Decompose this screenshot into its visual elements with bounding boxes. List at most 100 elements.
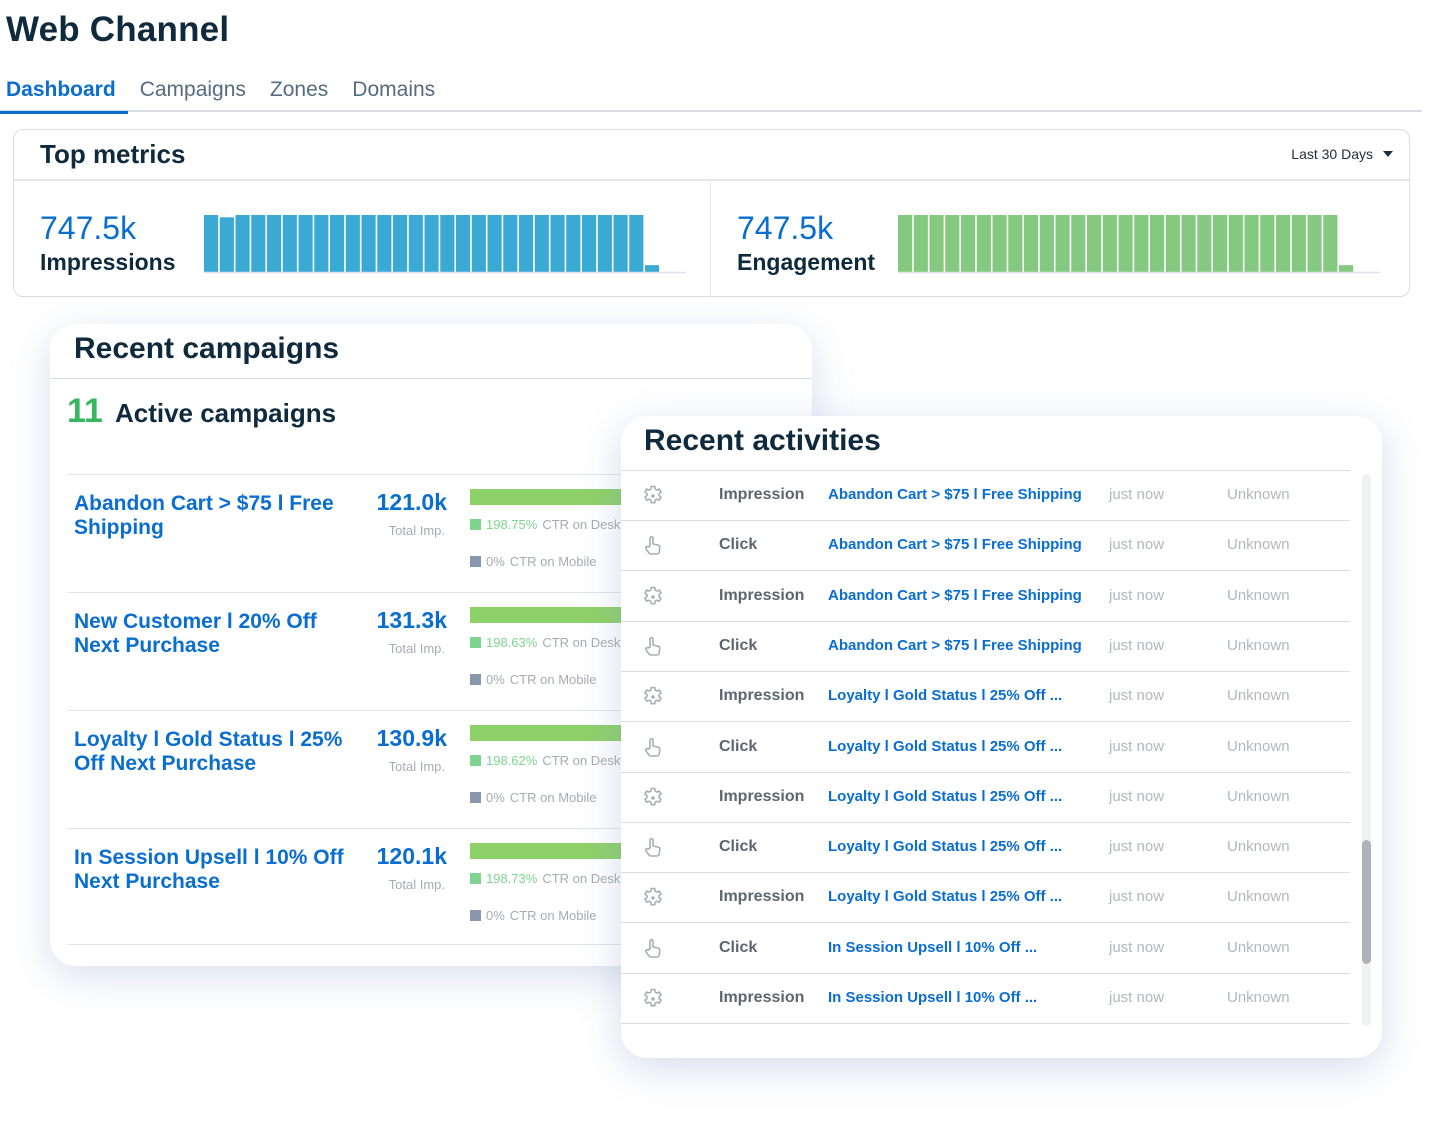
bar-D24 [566,215,581,272]
gear-icon [641,786,665,810]
activity-campaign-link[interactable]: Loyalty l Gold Status l 25% Off ... [828,838,1062,855]
bar-D9 [330,215,345,272]
ctr-desktop-value: 198.63% [486,635,538,650]
desktop-swatch [470,755,481,766]
bar-D14 [408,215,423,272]
campaign-name-link[interactable]: New Customer l 20% Off Next Purchase [74,610,354,658]
activity-campaign-link[interactable]: Abandon Cart > $75 l Free Shipping [828,536,1082,553]
activity-time: just now [1109,938,1165,956]
activity-campaign-link[interactable]: In Session Upsell l 10% Off ... [828,939,1037,956]
activity-device: Unknown [1227,938,1290,956]
ctr-mobile-label: CTR on Mobile [509,908,597,923]
bar-D23 [1244,215,1259,272]
mobile-swatch [470,792,481,803]
mobile-swatch [470,910,481,921]
activity-campaign-link[interactable]: Loyalty l Gold Status l 25% Off ... [828,687,1062,704]
activity-row: Click Loyalty l Gold Status l 25% Off ...… [621,723,1350,773]
bar-D14 [1102,215,1117,272]
activity-device: Unknown [1227,838,1290,856]
gear-icon [641,585,665,609]
desktop-swatch [470,637,481,648]
gear-icon [641,685,665,709]
tab-zones[interactable]: Zones [258,74,340,112]
engagement-metric: 747.5k Engagement [711,181,1409,297]
page-title: Web Channel [6,10,230,49]
activity-type: Impression [719,586,805,604]
activities-scrollbar[interactable] [1362,474,1371,1026]
bar-D23 [550,215,565,272]
hand-pointer-icon [641,635,665,659]
activity-device: Unknown [1227,536,1290,554]
activity-campaign-link[interactable]: In Session Upsell l 10% Off ... [828,989,1037,1006]
activity-type: Click [719,737,758,755]
tab-campaigns[interactable]: Campaigns [128,74,258,112]
hand-pointer-icon [641,937,665,961]
activity-campaign-link[interactable]: Abandon Cart > $75 l Free Shipping [828,637,1082,654]
bar-D19 [487,215,502,272]
active-campaigns-label: Active campaigns [114,398,337,428]
impressions-metric: 747.5k Impressions [14,181,711,297]
bar-D2 [913,215,928,272]
bar-D17 [1150,215,1165,272]
ctr-desktop-legend: 198.63% CTR on Desktop [470,635,638,650]
impressions-chart [204,215,686,274]
date-range-select[interactable]: Last 30 Days [1291,146,1393,162]
activity-row: just nowUnknown [621,1024,1350,1042]
bar-D5 [267,215,282,272]
hand-pointer-icon [641,534,665,558]
activity-time: just now [1109,586,1165,604]
mobile-swatch [470,556,481,567]
activity-campaign-link[interactable]: Abandon Cart > $75 l Free Shipping [828,587,1082,604]
gear-icon [641,987,665,1011]
total-impressions-label: Total Imp. [388,759,445,774]
activity-type: Click [719,536,758,554]
engagement-label: Engagement [737,249,876,275]
activity-time: just now [1109,536,1165,554]
campaign-impressions: 130.9k [376,725,447,751]
bar-D25 [582,215,597,272]
bar-D11 [361,215,376,272]
tab-bar: Dashboard Campaigns Zones Domains [0,74,1422,114]
activity-device: Unknown [1227,486,1290,503]
ctr-mobile-value: 0% [486,554,505,569]
activity-campaign-link[interactable]: Abandon Cart > $75 l Free Shipping [828,486,1082,503]
hand-pointer-icon [641,736,665,760]
campaign-name-link[interactable]: Loyalty l Gold Status l 25% Off Next Pur… [74,728,354,776]
activity-type: Impression [719,687,805,705]
divider [50,378,812,379]
tab-dashboard[interactable]: Dashboard [0,74,128,114]
engagement-value: 747.5k [737,210,834,246]
activities-list: Impression Abandon Cart > $75 l Free Ship… [621,470,1350,1042]
campaign-name-link[interactable]: Abandon Cart > $75 l Free Shipping [74,492,354,540]
activity-time: just now [1109,737,1165,755]
campaign-name-link[interactable]: In Session Upsell l 10% Off Next Purchas… [74,846,354,894]
tab-domains[interactable]: Domains [340,74,447,112]
ctr-mobile-value: 0% [486,672,505,687]
activity-campaign-link[interactable]: Loyalty l Gold Status l 25% Off ... [828,888,1062,905]
activity-device: Unknown [1227,636,1290,654]
bar-D13 [393,215,408,272]
ctr-mobile-legend: 0% CTR on Mobile [470,790,597,805]
activity-time: just now [1109,486,1165,503]
top-metrics-header: Top metrics Last 30 Days [14,130,1409,181]
caret-down-icon [1383,151,1393,157]
date-range-value: Last 30 Days [1291,146,1373,162]
bar-D3 [235,215,250,272]
bar-D16 [440,215,455,272]
active-campaigns-summary: 11 Active campaigns [67,392,336,431]
bar-D15 [1118,215,1133,272]
bar-D4 [251,215,266,272]
total-impressions-label: Total Imp. [388,523,445,538]
total-impressions-label: Total Imp. [388,877,445,892]
scrollbar-thumb[interactable] [1362,840,1371,964]
bar-D10 [345,215,360,272]
activity-campaign-link[interactable]: Loyalty l Gold Status l 25% Off ... [828,738,1062,755]
bar-D26 [597,215,612,272]
bar-D8 [314,215,329,272]
activity-campaign-link[interactable]: Loyalty l Gold Status l 25% Off ... [828,788,1062,805]
bar-D9 [1024,215,1039,272]
bar-D27 [613,215,628,272]
bar-D13 [1087,215,1102,272]
activity-row: Impression Loyalty l Gold Status l 25% Of… [621,773,1350,823]
activity-device: Unknown [1227,586,1290,604]
